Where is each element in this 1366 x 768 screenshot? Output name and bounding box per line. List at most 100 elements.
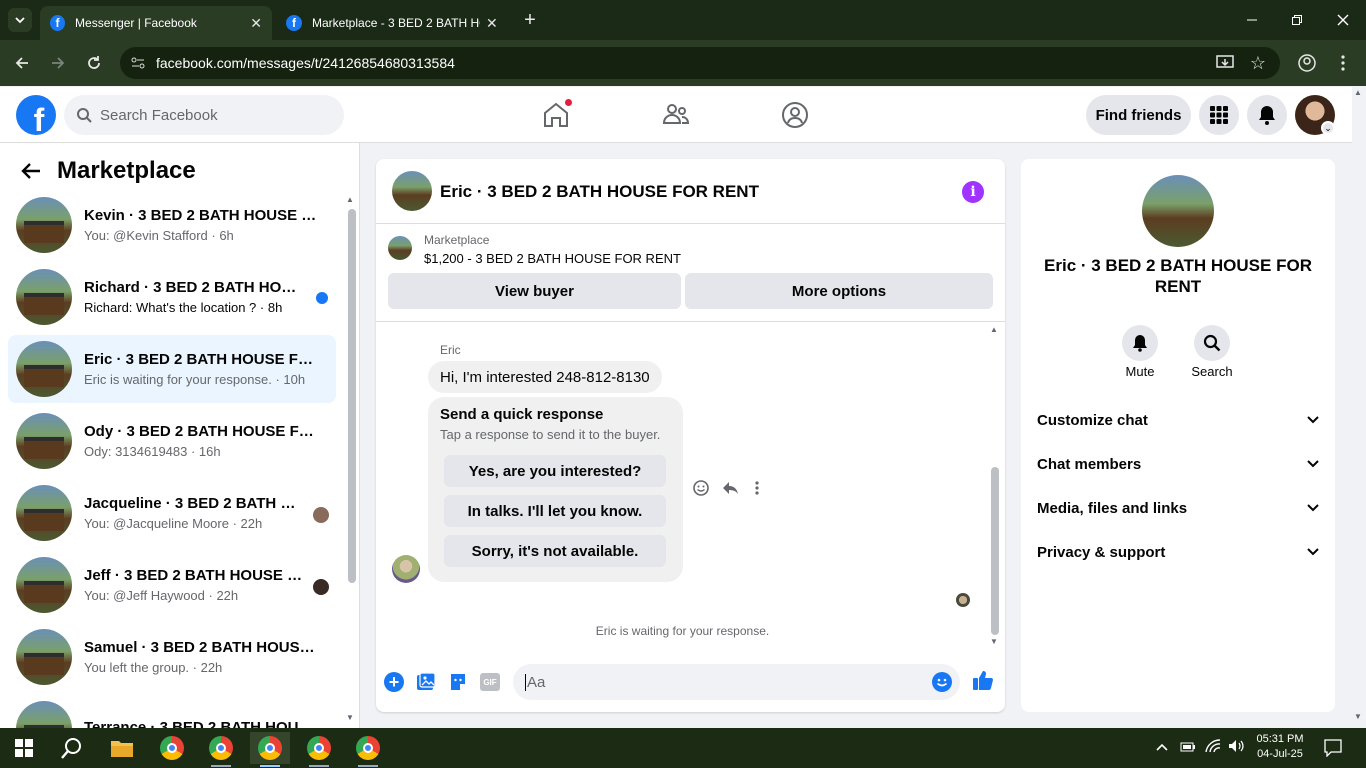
conversation-title: Jeff · 3 BED 2 BATH HOUSE FO... — [84, 567, 304, 584]
view-buyer-button[interactable]: View buyer — [388, 273, 681, 309]
notifications-bell-icon[interactable] — [1247, 95, 1287, 135]
bookmark-star-icon[interactable]: ☆ — [1246, 51, 1270, 75]
conversation-avatar — [16, 485, 72, 541]
quick-response-button[interactable]: In talks. I'll let you know. — [444, 495, 666, 527]
restore-icon[interactable] — [1285, 8, 1309, 32]
home-icon[interactable] — [540, 98, 573, 131]
section-media-files-links[interactable]: Media, files and links — [1037, 496, 1319, 520]
search-input[interactable]: Search Facebook — [64, 95, 344, 135]
browser-menu-icon[interactable] — [1331, 51, 1355, 75]
conversation-row[interactable]: Ody · 3 BED 2 BATH HOUSE FOR... Ody: 3134… — [8, 407, 336, 475]
chat-scrollbar-thumb[interactable] — [991, 467, 999, 635]
scroll-up-arrow-icon[interactable]: ▲ — [346, 195, 356, 204]
new-tab-icon[interactable]: + — [518, 8, 542, 32]
search-label[interactable]: Search — [1182, 364, 1242, 379]
mute-label[interactable]: Mute — [1110, 364, 1170, 379]
chat-scroll-down-icon[interactable]: ▼ — [990, 637, 998, 646]
profile-avatar[interactable]: ⌄ — [1295, 95, 1335, 135]
notification-center-icon[interactable] — [1324, 739, 1342, 762]
site-settings-icon[interactable] — [130, 55, 146, 74]
file-explorer-icon[interactable] — [102, 732, 142, 764]
message-input[interactable]: Aa — [513, 664, 960, 700]
reload-icon[interactable] — [82, 51, 106, 75]
browser-tab-marketplace[interactable]: f Marketplace - 3 BED 2 BATH HOUSE FOR R… — [276, 6, 508, 40]
like-thumbs-up-icon[interactable] — [972, 669, 994, 696]
address-bar[interactable]: facebook.com/messages/t/2412685468031358… — [120, 47, 1280, 79]
forward-icon[interactable] — [46, 51, 70, 75]
close-tab-icon[interactable]: ✕ — [250, 15, 262, 32]
section-customize-chat[interactable]: Customize chat — [1037, 408, 1319, 432]
search-icon[interactable] — [1194, 325, 1230, 361]
account-chevron-icon[interactable]: ⌄ — [1321, 121, 1335, 135]
minimize-icon[interactable] — [1240, 8, 1264, 32]
conversation-row[interactable]: Jeff · 3 BED 2 BATH HOUSE FO... You: @Jef… — [8, 551, 336, 619]
browser-tab-messenger[interactable]: f Messenger | Facebook ✕ — [40, 6, 272, 40]
divider — [376, 321, 1005, 322]
chevron-down-icon — [1307, 416, 1319, 424]
listing-thumbnail[interactable] — [388, 236, 412, 260]
url-text: facebook.com/messages/t/2412685468031358… — [156, 55, 455, 71]
section-chat-members[interactable]: Chat members — [1037, 452, 1319, 476]
sticker-icon[interactable] — [448, 672, 468, 697]
volume-icon[interactable] — [1228, 739, 1246, 758]
listing-title[interactable]: $1,200 - 3 BED 2 BATH HOUSE FOR RENT — [424, 251, 681, 266]
chrome-profile-icon[interactable] — [299, 732, 339, 764]
section-privacy-support[interactable]: Privacy & support — [1037, 540, 1319, 564]
facebook-favicon-icon: f — [50, 15, 66, 31]
conversation-row[interactable]: Terrance · 3 BED 2 BATH HOUSE ... — [8, 695, 336, 728]
profile-icon[interactable] — [1295, 51, 1319, 75]
sender-avatar[interactable] — [392, 555, 420, 583]
facebook-logo-icon[interactable]: f — [16, 95, 56, 135]
page-scroll-down-icon[interactable]: ▼ — [1354, 712, 1362, 721]
tab-search-chevron-icon[interactable] — [8, 8, 32, 32]
react-emoji-icon[interactable] — [692, 479, 710, 502]
close-window-icon[interactable] — [1331, 8, 1355, 32]
chat-title[interactable]: Eric · 3 BED 2 BATH HOUSE FOR RENT — [440, 182, 759, 202]
details-avatar[interactable] — [1142, 175, 1214, 247]
friends-icon[interactable] — [660, 99, 692, 131]
chrome-icon[interactable] — [152, 732, 192, 764]
system-clock[interactable]: 05:31 PM 04-Jul-25 — [1254, 732, 1306, 762]
tab-title: Marketplace - 3 BED 2 BATH HOUSE FOR REN… — [312, 16, 480, 30]
conversation-row[interactable]: Kevin · 3 BED 2 BATH HOUSE FO... You: @Ke… — [8, 191, 336, 259]
info-icon[interactable]: i — [962, 181, 984, 203]
conversation-row[interactable]: Richard · 3 BED 2 BATH HOUS... Richard: W… — [8, 263, 336, 331]
quick-response-button[interactable]: Sorry, it's not available. — [444, 535, 666, 567]
add-attachment-icon[interactable]: + — [384, 672, 404, 692]
scroll-down-arrow-icon[interactable]: ▼ — [346, 713, 356, 722]
conversation-row-selected[interactable]: Eric · 3 BED 2 BATH HOUSE FOR ... Eric is… — [8, 335, 336, 403]
back-arrow-icon[interactable] — [20, 161, 42, 186]
sidebar-scrollbar-thumb[interactable] — [348, 209, 356, 583]
message-bubble[interactable]: Hi, I'm interested 248-812-8130 — [428, 361, 662, 393]
find-friends-button[interactable]: Find friends — [1086, 95, 1191, 135]
conversation-row[interactable]: Jacqueline · 3 BED 2 BATH HO... You: @Jac… — [8, 479, 336, 547]
chat-scroll-up-icon[interactable]: ▲ — [990, 325, 998, 334]
taskbar-search-icon[interactable] — [52, 732, 92, 764]
menu-grid-icon[interactable] — [1199, 95, 1239, 135]
windows-start-icon[interactable] — [4, 732, 44, 764]
quick-response-button[interactable]: Yes, are you interested? — [444, 455, 666, 487]
chrome-profile-icon[interactable] — [348, 732, 388, 764]
install-app-icon[interactable] — [1213, 51, 1237, 75]
conversation-avatar — [16, 197, 72, 253]
battery-icon[interactable] — [1180, 740, 1196, 758]
chrome-profile-icon[interactable] — [201, 732, 241, 764]
wifi-icon[interactable] — [1205, 739, 1221, 758]
close-tab-icon[interactable]: ✕ — [486, 15, 498, 32]
more-options-button[interactable]: More options — [685, 273, 993, 309]
conversation-row[interactable]: Samuel · 3 BED 2 BATH HOUSE F... You left… — [8, 623, 336, 691]
emoji-icon[interactable] — [932, 672, 952, 692]
more-actions-icon[interactable] — [754, 479, 760, 502]
chrome-profile-active-icon[interactable] — [250, 732, 290, 764]
page-scroll-up-icon[interactable]: ▲ — [1354, 88, 1362, 97]
reply-icon[interactable] — [721, 479, 739, 502]
photo-icon[interactable] — [416, 672, 436, 697]
seen-avatar — [313, 579, 329, 595]
gif-icon[interactable]: GIF — [480, 673, 500, 691]
show-hidden-icons-icon[interactable] — [1156, 740, 1168, 754]
groups-icon[interactable] — [779, 99, 811, 131]
chat-avatar[interactable] — [392, 171, 432, 211]
back-icon[interactable] — [10, 51, 34, 75]
mute-bell-icon[interactable] — [1122, 325, 1158, 361]
search-icon — [77, 108, 92, 123]
